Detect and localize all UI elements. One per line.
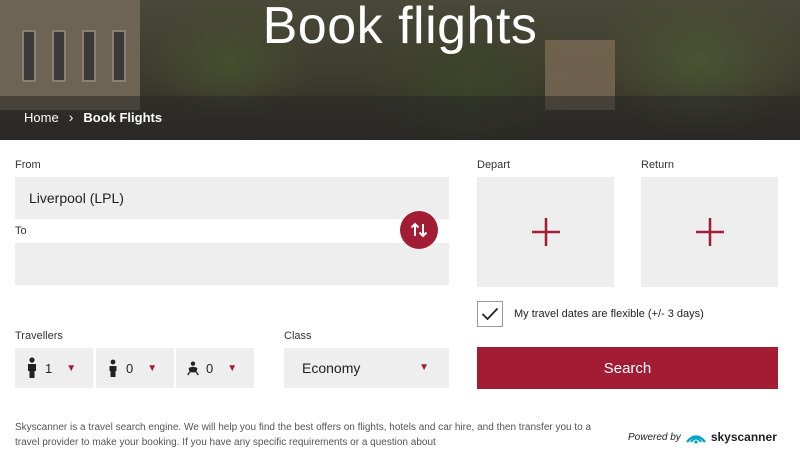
breadcrumb-current: Book Flights <box>83 109 163 125</box>
children-count: 0 <box>126 360 134 376</box>
depart-label: Depart <box>477 159 511 171</box>
travellers-label: Travellers <box>15 330 63 342</box>
breadcrumb-separator-icon: › <box>68 109 74 125</box>
chevron-down-icon: ▼ <box>227 362 238 374</box>
from-input-value: Liverpool (LPL) <box>29 190 124 206</box>
adults-select[interactable]: 1 ▼ <box>15 348 93 388</box>
checkmark-icon <box>481 307 499 321</box>
adult-icon <box>25 357 39 379</box>
swap-arrows-icon <box>410 222 428 238</box>
adults-count: 1 <box>45 360 53 376</box>
from-label: From <box>15 159 41 171</box>
to-input[interactable] <box>15 243 449 285</box>
class-select-value: Economy <box>302 360 361 376</box>
from-input[interactable]: Liverpool (LPL) <box>15 177 449 219</box>
return-label: Return <box>641 159 675 171</box>
chevron-down-icon: ▼ <box>147 362 158 374</box>
hero-banner: Book flights Home › Book Flights <box>0 0 800 140</box>
class-label: Class <box>284 330 312 342</box>
breadcrumb-home-link[interactable]: Home <box>24 110 59 125</box>
plus-icon <box>531 218 560 246</box>
infant-icon <box>186 357 200 379</box>
skyscanner-logo-icon <box>685 435 706 444</box>
to-label: To <box>15 225 27 237</box>
swap-locations-button[interactable] <box>400 211 438 249</box>
return-date-picker[interactable] <box>641 177 778 287</box>
class-select[interactable]: Economy ▼ <box>284 348 449 388</box>
infants-count: 0 <box>206 360 214 376</box>
infants-select[interactable]: 0 ▼ <box>176 348 254 388</box>
plus-icon <box>695 218 724 246</box>
powered-by-label: Powered by <box>628 431 681 443</box>
children-select[interactable]: 0 ▼ <box>96 348 174 388</box>
flexible-dates-checkbox[interactable] <box>477 301 503 327</box>
breadcrumb: Home › Book Flights <box>24 109 162 125</box>
footer-description: Skyscanner is a travel search engine. We… <box>15 422 592 448</box>
depart-date-picker[interactable] <box>477 177 614 287</box>
chevron-down-icon: ▼ <box>419 362 429 373</box>
page-title: Book flights <box>262 0 538 55</box>
powered-by-skyscanner: Powered by skyscanner <box>628 429 777 445</box>
search-button[interactable]: Search <box>477 347 778 389</box>
chevron-down-icon: ▼ <box>66 362 77 374</box>
skyscanner-brand-text: skyscanner <box>710 430 777 444</box>
child-icon <box>106 357 120 379</box>
flexible-dates-label[interactable]: My travel dates are flexible (+/- 3 days… <box>514 308 704 320</box>
